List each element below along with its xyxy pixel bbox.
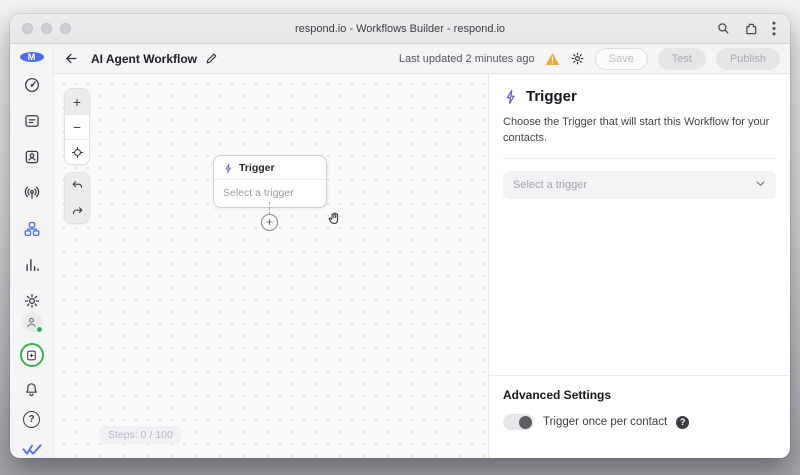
hand-cursor-icon xyxy=(326,210,343,232)
undo-button[interactable] xyxy=(65,173,89,198)
redo-button[interactable] xyxy=(65,198,89,223)
test-button[interactable]: Test xyxy=(658,48,706,70)
advanced-settings-section: Advanced Settings Trigger once per conta… xyxy=(489,375,790,430)
add-step-button[interactable]: + xyxy=(261,214,278,231)
back-arrow-icon xyxy=(64,51,79,66)
toggle-knob xyxy=(519,416,532,429)
maximize-window-button[interactable] xyxy=(60,23,71,34)
trigger-once-label: Trigger once per contact xyxy=(543,416,667,428)
sidebar-item-dashboard[interactable] xyxy=(21,74,43,96)
fit-view-icon xyxy=(71,146,84,159)
advanced-settings-heading: Advanced Settings xyxy=(503,388,776,402)
history-controls xyxy=(64,172,90,224)
trigger-select[interactable]: Select a trigger xyxy=(503,171,776,199)
steps-counter: Steps: 0 / 100 xyxy=(100,426,181,444)
workflow-canvas[interactable]: + − xyxy=(54,74,488,458)
browser-tab-title: respond.io - Workflows Builder - respond… xyxy=(10,23,790,35)
help-icon[interactable]: ? xyxy=(676,416,689,429)
chat-icon xyxy=(23,112,41,130)
search-icon[interactable] xyxy=(717,22,730,35)
sidebar-item-inbox[interactable] xyxy=(21,110,43,132)
workflow-title: AI Agent Workflow xyxy=(91,52,197,66)
device-add-icon xyxy=(25,349,38,362)
close-window-button[interactable] xyxy=(22,23,33,34)
online-status-dot xyxy=(36,326,43,333)
broadcast-icon xyxy=(23,184,41,202)
browser-menu-icon[interactable] xyxy=(772,21,776,36)
minimize-window-button[interactable] xyxy=(41,23,52,34)
trigger-bolt-icon xyxy=(503,89,519,105)
pencil-icon xyxy=(205,52,218,65)
edit-title-button[interactable] xyxy=(205,52,218,65)
contact-card-icon xyxy=(23,148,41,166)
undo-icon xyxy=(71,179,84,192)
trigger-node-placeholder[interactable]: Select a trigger xyxy=(214,180,326,207)
trigger-node[interactable]: Trigger Select a trigger xyxy=(213,155,327,208)
bar-chart-icon xyxy=(23,256,41,274)
workflow-toolbar: AI Agent Workflow Last updated 2 minutes… xyxy=(54,44,790,74)
zoom-controls: + − xyxy=(64,88,90,165)
trigger-once-toggle[interactable] xyxy=(503,414,534,430)
trigger-node-title: Trigger xyxy=(239,162,275,174)
sidebar-item-workflows[interactable] xyxy=(21,218,43,240)
avatar[interactable]: M xyxy=(20,52,44,62)
redo-icon xyxy=(71,205,84,218)
save-button[interactable]: Save xyxy=(595,48,648,70)
sidebar: M xyxy=(10,44,54,458)
sidebar-item-contacts[interactable] xyxy=(21,146,43,168)
warning-icon[interactable] xyxy=(545,52,560,66)
workflow-icon xyxy=(23,220,41,238)
trigger-config-panel: Trigger Choose the Trigger that will sta… xyxy=(488,74,790,458)
chevron-down-icon xyxy=(755,178,766,192)
sidebar-item-notifications[interactable] xyxy=(21,378,43,400)
extensions-icon[interactable] xyxy=(744,22,758,36)
sidebar-item-reports[interactable] xyxy=(21,254,43,276)
back-button[interactable] xyxy=(64,51,79,66)
last-updated-text: Last updated 2 minutes ago xyxy=(399,53,535,65)
respondio-logo-icon[interactable] xyxy=(21,439,43,458)
divider xyxy=(503,158,776,159)
sidebar-item-help[interactable]: ? xyxy=(23,411,40,428)
publish-button[interactable]: Publish xyxy=(716,48,780,70)
panel-description: Choose the Trigger that will start this … xyxy=(503,115,776,147)
browser-window: respond.io - Workflows Builder - respond… xyxy=(10,14,790,458)
zoom-out-button[interactable]: − xyxy=(65,114,89,139)
browser-titlebar: respond.io - Workflows Builder - respond… xyxy=(10,14,790,44)
fit-view-button[interactable] xyxy=(65,139,89,164)
sidebar-item-profile-status[interactable] xyxy=(22,312,42,332)
trigger-select-placeholder: Select a trigger xyxy=(513,179,587,191)
traffic-lights xyxy=(22,23,71,34)
workflow-settings-icon[interactable] xyxy=(570,51,585,66)
speedometer-icon xyxy=(23,76,41,94)
gear-icon xyxy=(23,292,41,310)
bell-icon xyxy=(23,381,40,398)
panel-title: Trigger xyxy=(526,88,577,105)
sidebar-item-settings[interactable] xyxy=(21,290,43,312)
sidebar-item-broadcast[interactable] xyxy=(21,182,43,204)
zoom-in-button[interactable]: + xyxy=(65,89,89,114)
trigger-bolt-icon xyxy=(223,163,234,174)
sidebar-item-onboarding-progress[interactable] xyxy=(20,343,44,367)
